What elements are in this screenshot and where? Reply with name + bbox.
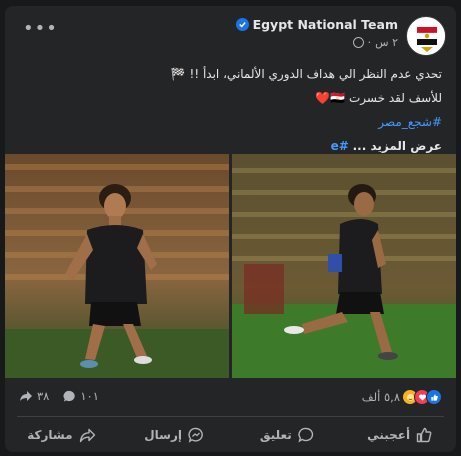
post-stats: ٥,٨ ألف ٣٨ ١٠١ xyxy=(5,386,456,408)
page-name-row[interactable]: Egypt National Team xyxy=(235,17,398,32)
share-count-icon xyxy=(20,391,32,401)
post-line-2: للأسف لقد خسرت 🇪🇬❤️ xyxy=(315,91,442,105)
post-meta: ٢ س · xyxy=(352,36,398,49)
reactions-summary[interactable]: ٥,٨ ألف xyxy=(362,389,442,405)
verified-badge-icon xyxy=(235,18,249,31)
reaction-icons xyxy=(402,389,442,405)
comments-count-item[interactable]: ١٠١ xyxy=(63,389,99,403)
like-reaction-icon xyxy=(426,389,442,405)
post-card: ••• Egypt National Team ٢ س · تحدي عدم ا xyxy=(5,6,456,452)
see-more-link[interactable]: عرض المزيد ... xyxy=(353,139,442,153)
shares-count-item[interactable]: ٣٨ xyxy=(19,389,49,403)
hashtag-trail[interactable]: #e xyxy=(331,139,349,153)
hashtag-link[interactable]: #شجع_مصر xyxy=(378,115,442,129)
like-button[interactable]: أعجبني xyxy=(343,420,456,450)
shares-count: ٣٨ xyxy=(37,389,50,403)
comment-label: تعليق xyxy=(259,428,292,442)
page-name: Egypt National Team xyxy=(252,17,398,32)
like-icon xyxy=(416,427,432,443)
photo-right[interactable] xyxy=(232,154,456,378)
comment-count-icon xyxy=(63,390,76,402)
actions-divider xyxy=(17,416,444,417)
post-line-1: تحدي عدم النظر الي هداف الدوري الألماني،… xyxy=(170,67,442,81)
more-options-icon[interactable]: ••• xyxy=(23,20,58,38)
like-label: أعجبني xyxy=(367,428,411,442)
post-time[interactable]: ٢ س xyxy=(375,36,398,49)
globe-icon xyxy=(352,37,364,48)
engagement-counts: ٣٨ ١٠١ xyxy=(19,389,99,403)
share-icon xyxy=(79,428,95,442)
post-text: تحدي عدم النظر الي هداف الدوري الألماني،… xyxy=(22,62,442,158)
page-avatar[interactable] xyxy=(406,16,446,56)
post-header: ••• Egypt National Team ٢ س · xyxy=(5,14,456,58)
send-button[interactable]: إرسال xyxy=(118,420,231,450)
comments-count: ١٠١ xyxy=(80,389,99,403)
post-actions: أعجبني تعليق إرسال مشاركة xyxy=(5,420,456,450)
photo-left[interactable] xyxy=(5,154,229,378)
send-label: إرسال xyxy=(144,428,182,442)
reactions-count: ٥,٨ ألف xyxy=(361,390,400,404)
photo-grid xyxy=(5,154,456,378)
messenger-icon xyxy=(188,427,203,443)
share-label: مشاركة xyxy=(27,428,73,442)
comment-icon xyxy=(298,427,313,443)
share-button[interactable]: مشاركة xyxy=(5,420,118,450)
comment-button[interactable]: تعليق xyxy=(231,420,344,450)
